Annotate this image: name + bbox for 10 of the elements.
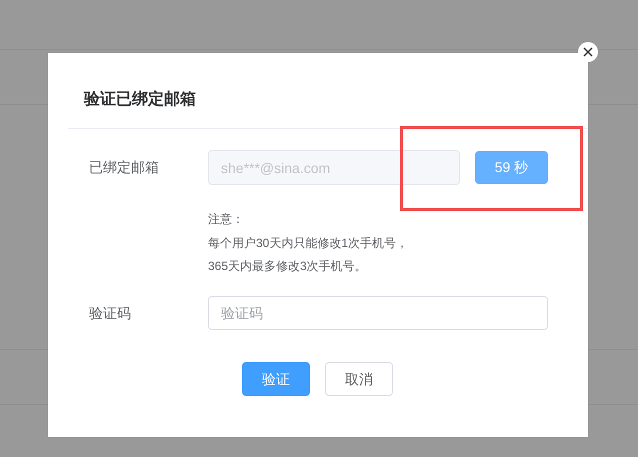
verify-button[interactable]: 验证 bbox=[242, 362, 310, 396]
field-label: 验证码 bbox=[89, 304, 132, 322]
field-label: 已绑定邮箱 bbox=[89, 158, 160, 177]
note-text: 365天内最多修改3次手机号。 bbox=[208, 258, 368, 275]
cancel-button[interactable]: 取消 bbox=[325, 362, 393, 396]
dialog-title: 验证已绑定邮箱 bbox=[84, 89, 196, 110]
note-text: 注意： bbox=[208, 211, 245, 228]
note-text: 每个用户30天内只能修改1次手机号， bbox=[208, 234, 408, 252]
close-icon bbox=[583, 47, 593, 57]
code-field[interactable]: 验证码 bbox=[208, 296, 548, 330]
